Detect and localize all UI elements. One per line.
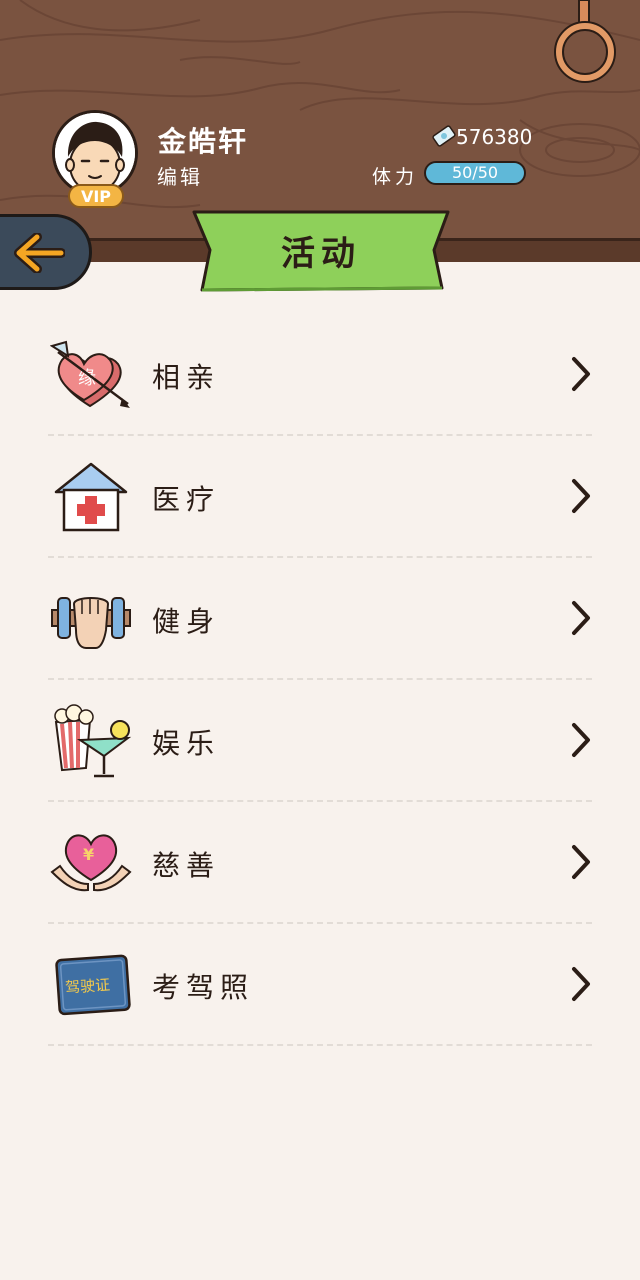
svg-text:¥: ¥ [83,845,94,864]
activity-label: 娱乐 [152,727,221,760]
stamina-label: 体力 [372,166,419,188]
dumbbell-icon [51,597,131,649]
activity-label: 相亲 [152,361,221,394]
heart-arrow-icon: 缘 [50,340,130,408]
list-item-medical[interactable]: 医疗 [48,436,592,558]
popcorn-cocktail-icon [54,704,132,778]
hanging-ring-icon [554,0,616,83]
activity-list: 缘 相亲 医疗 健身 娱乐 ¥ 慈善 驾驶证 考驾照 [48,314,592,1046]
activity-label: 健身 [152,605,221,638]
chevron-right-icon [572,601,590,635]
svg-text:驾驶证: 驾驶证 [65,976,111,997]
chevron-right-icon [572,357,590,391]
back-arrow-icon [14,233,65,273]
chevron-right-icon [572,723,590,757]
hospital-icon [54,462,128,532]
back-button[interactable] [0,214,92,290]
list-item-fitness[interactable]: 健身 [48,558,592,680]
money-amount: 576380 [456,125,533,149]
charity-heart-icon: ¥ [50,834,132,892]
activity-label: 医疗 [152,483,221,516]
activity-label: 考驾照 [152,971,255,1004]
list-item-entertainment[interactable]: 娱乐 [48,680,592,802]
stamina-bar: 50/50 [424,161,526,185]
avatar-face-icon [55,113,135,193]
player-role: 编辑 [157,165,203,189]
chevron-right-icon [572,479,590,513]
banknote-icon [432,125,456,147]
vip-badge: VIP [68,184,124,208]
list-item-charity[interactable]: ¥ 慈善 [48,802,592,924]
activity-label: 慈善 [152,849,221,882]
player-name: 金皓轩 [158,125,249,158]
chevron-right-icon [572,967,590,1001]
chevron-right-icon [572,845,590,879]
list-item-dating[interactable]: 缘 相亲 [48,314,592,436]
page-title: 活动 [281,234,361,274]
driver-license-icon: 驾驶证 [55,954,131,1016]
list-item-driving-license[interactable]: 驾驶证 考驾照 [48,924,592,1046]
